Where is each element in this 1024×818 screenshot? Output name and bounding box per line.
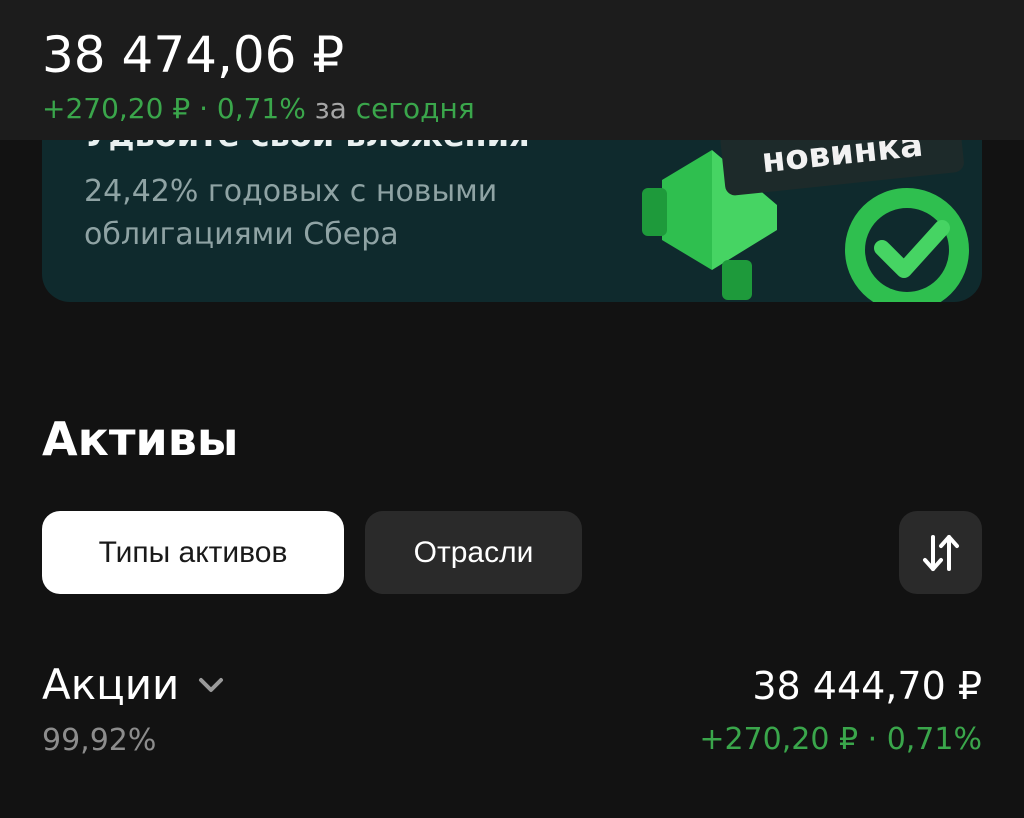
asset-change-percent: 0,71%	[886, 722, 982, 757]
period-prefix: за	[314, 92, 347, 125]
asset-change-amount: +270,20 ₽	[699, 722, 859, 757]
assets-title: Активы	[42, 412, 239, 466]
portfolio-header: 38 474,06 ₽ +270,20 ₽ · 0,71% за сегодня	[0, 0, 1024, 140]
asset-value: 38 444,70 ₽	[752, 664, 982, 708]
period-selector[interactable]: сегодня	[356, 92, 475, 125]
portfolio-change: +270,20 ₽ · 0,71% за сегодня	[42, 92, 475, 125]
asset-name: Акции	[42, 660, 180, 709]
chevron-down-icon	[199, 677, 224, 692]
change-separator: ·	[199, 92, 208, 125]
tab-industries[interactable]: Отрасли	[365, 511, 582, 594]
portfolio-total: 38 474,06 ₽	[42, 26, 345, 84]
sort-button[interactable]	[899, 511, 982, 594]
tab-asset-types[interactable]: Типы активов	[42, 511, 344, 594]
asset-name-toggle[interactable]: Акции	[42, 660, 225, 709]
change-amount: +270,20 ₽	[42, 92, 191, 125]
asset-change-separator: ·	[867, 722, 878, 757]
sort-arrows-icon	[922, 534, 959, 571]
asset-change: +270,20 ₽ · 0,71%	[699, 722, 982, 757]
asset-share: 99,92%	[42, 723, 157, 758]
change-percent: 0,71%	[216, 92, 306, 125]
banner-text: 24,42% годовых с новыми облигациями Сбер…	[84, 174, 498, 252]
sber-logo-icon	[845, 188, 969, 302]
